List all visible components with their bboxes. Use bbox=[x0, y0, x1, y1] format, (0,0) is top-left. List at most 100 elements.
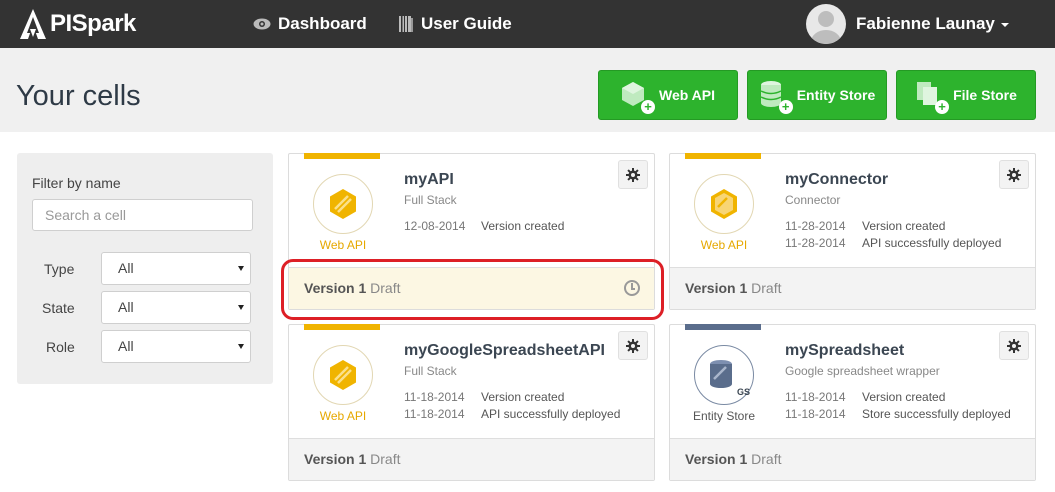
dropdown-arrow-icon bbox=[238, 305, 244, 310]
web-api-emblem bbox=[313, 174, 373, 234]
add-entity-store-button[interactable]: + Entity Store bbox=[747, 70, 887, 120]
cell-card[interactable]: Web API myGoogleSpreadsheetAPI Full Stac… bbox=[288, 324, 655, 481]
gear-icon bbox=[1007, 167, 1021, 182]
cell-subtitle: Google spreadsheet wrapper bbox=[785, 364, 940, 378]
filter-state-select[interactable]: All bbox=[101, 291, 251, 324]
add-web-api-button[interactable]: + Web API bbox=[598, 70, 738, 120]
event-text: Version created bbox=[862, 219, 946, 233]
version-footer[interactable]: Version 1 Draft bbox=[670, 438, 1035, 480]
user-silhouette-icon bbox=[811, 11, 841, 44]
filter-state-value: All bbox=[118, 299, 134, 315]
cell-name[interactable]: myGoogleSpreadsheetAPI bbox=[404, 342, 605, 360]
event-date: 11-28-2014 bbox=[785, 236, 846, 250]
settings-button[interactable] bbox=[618, 331, 648, 360]
version-label: Version 1 bbox=[304, 280, 367, 296]
user-name: Fabienne Launay bbox=[856, 14, 995, 33]
filter-title: Filter by name bbox=[32, 175, 121, 191]
version-state: Draft bbox=[751, 451, 782, 467]
clock-icon[interactable] bbox=[624, 280, 640, 296]
gear-icon bbox=[626, 167, 640, 182]
cell-name[interactable]: myAPI bbox=[404, 171, 454, 189]
version-state: Draft bbox=[370, 280, 401, 296]
cell-type-label: Entity Store bbox=[692, 409, 756, 423]
cell-subtitle: Connector bbox=[785, 193, 841, 207]
page-title: Your cells bbox=[16, 80, 141, 112]
cell-type-label: Web API bbox=[700, 238, 748, 252]
filter-panel: Filter by name Type All State All Role A… bbox=[17, 153, 273, 384]
web-api-add-icon: + bbox=[621, 80, 655, 114]
add-file-store-label: File Store bbox=[953, 87, 1017, 103]
settings-button[interactable] bbox=[999, 331, 1029, 360]
event-date: 11-18-2014 bbox=[404, 407, 465, 421]
cell-card[interactable]: GS Entity Store mySpreadsheet Google spr… bbox=[669, 324, 1036, 481]
cell-card[interactable]: Web API myAPI Full Stack 12-08-2014 Versi… bbox=[288, 153, 655, 310]
add-file-store-button[interactable]: + File Store bbox=[896, 70, 1036, 120]
event-row: 11-18-2014 Store successfully deployed bbox=[785, 407, 1011, 421]
event-date: 11-18-2014 bbox=[785, 390, 846, 404]
event-row: 11-28-2014 Version created bbox=[785, 219, 945, 233]
nav-dashboard-label: Dashboard bbox=[278, 14, 367, 33]
version-footer[interactable]: Version 1 Draft bbox=[670, 267, 1035, 309]
gs-badge: GS bbox=[736, 387, 750, 397]
book-icon bbox=[398, 15, 414, 33]
event-row: 11-18-2014 Version created bbox=[785, 390, 945, 404]
dropdown-arrow-icon bbox=[238, 266, 244, 271]
event-date: 11-18-2014 bbox=[785, 407, 846, 421]
user-menu[interactable]: Fabienne Launay bbox=[806, 4, 1009, 44]
search-input[interactable] bbox=[32, 199, 253, 231]
eye-icon bbox=[253, 18, 271, 30]
event-text: Version created bbox=[481, 390, 565, 404]
hexagon-icon bbox=[711, 189, 737, 219]
web-api-emblem bbox=[694, 174, 754, 234]
event-row: 12-08-2014 Version created bbox=[404, 219, 564, 233]
event-text: API successfully deployed bbox=[481, 407, 621, 421]
chevron-down-icon bbox=[1000, 23, 1009, 27]
add-entity-store-label: Entity Store bbox=[796, 87, 876, 103]
version-footer[interactable]: Version 1 Draft bbox=[289, 267, 654, 309]
event-date: 12-08-2014 bbox=[404, 219, 466, 233]
settings-button[interactable] bbox=[618, 160, 648, 189]
version-footer[interactable]: Version 1 Draft bbox=[289, 438, 654, 480]
filter-type-label: Type bbox=[44, 261, 75, 277]
cell-subtitle: Full Stack bbox=[404, 364, 457, 378]
cell-type-label: Web API bbox=[319, 409, 367, 423]
event-text: Version created bbox=[862, 390, 946, 404]
add-web-api-label: Web API bbox=[658, 87, 715, 103]
event-row: 11-28-2014 API successfully deployed bbox=[785, 236, 1001, 250]
card-accent-bar bbox=[685, 153, 761, 159]
hexagon-icon bbox=[330, 189, 356, 219]
web-api-emblem bbox=[313, 345, 373, 405]
filter-state-label: State bbox=[42, 300, 75, 316]
gear-icon bbox=[626, 338, 640, 353]
filter-type-value: All bbox=[118, 260, 134, 276]
event-text: Store successfully deployed bbox=[862, 407, 1011, 421]
event-row: 11-18-2014 Version created bbox=[404, 390, 564, 404]
avatar bbox=[806, 4, 846, 44]
cell-subtitle: Full Stack bbox=[404, 193, 457, 207]
apispark-logo[interactable]: PISpark bbox=[18, 7, 136, 41]
event-date: 11-28-2014 bbox=[785, 219, 846, 233]
cell-type-label: Web API bbox=[319, 238, 367, 252]
version-label: Version 1 bbox=[685, 451, 748, 467]
version-label: Version 1 bbox=[304, 451, 367, 467]
filter-role-select[interactable]: All bbox=[101, 330, 251, 363]
files-add-icon: + bbox=[915, 80, 950, 114]
event-date: 11-18-2014 bbox=[404, 390, 465, 404]
event-text: Version created bbox=[481, 219, 565, 233]
hexagon-icon bbox=[330, 360, 356, 390]
version-state: Draft bbox=[370, 451, 401, 467]
nav-dashboard[interactable]: Dashboard bbox=[253, 13, 367, 35]
settings-button[interactable] bbox=[999, 160, 1029, 189]
card-accent-bar bbox=[304, 324, 380, 330]
nav-user-guide-label: User Guide bbox=[421, 14, 512, 33]
entity-store-emblem: GS bbox=[694, 345, 754, 405]
database-add-icon: + bbox=[759, 80, 793, 114]
cell-name[interactable]: myConnector bbox=[785, 171, 888, 189]
app-name: PISpark bbox=[50, 10, 136, 37]
cell-card[interactable]: Web API myConnector Connector 11-28-2014… bbox=[669, 153, 1036, 310]
nav-user-guide[interactable]: User Guide bbox=[398, 13, 512, 35]
cell-name[interactable]: mySpreadsheet bbox=[785, 342, 904, 360]
event-row: 11-18-2014 API successfully deployed bbox=[404, 407, 620, 421]
filter-type-select[interactable]: All bbox=[101, 252, 251, 285]
card-accent-bar bbox=[304, 153, 380, 159]
